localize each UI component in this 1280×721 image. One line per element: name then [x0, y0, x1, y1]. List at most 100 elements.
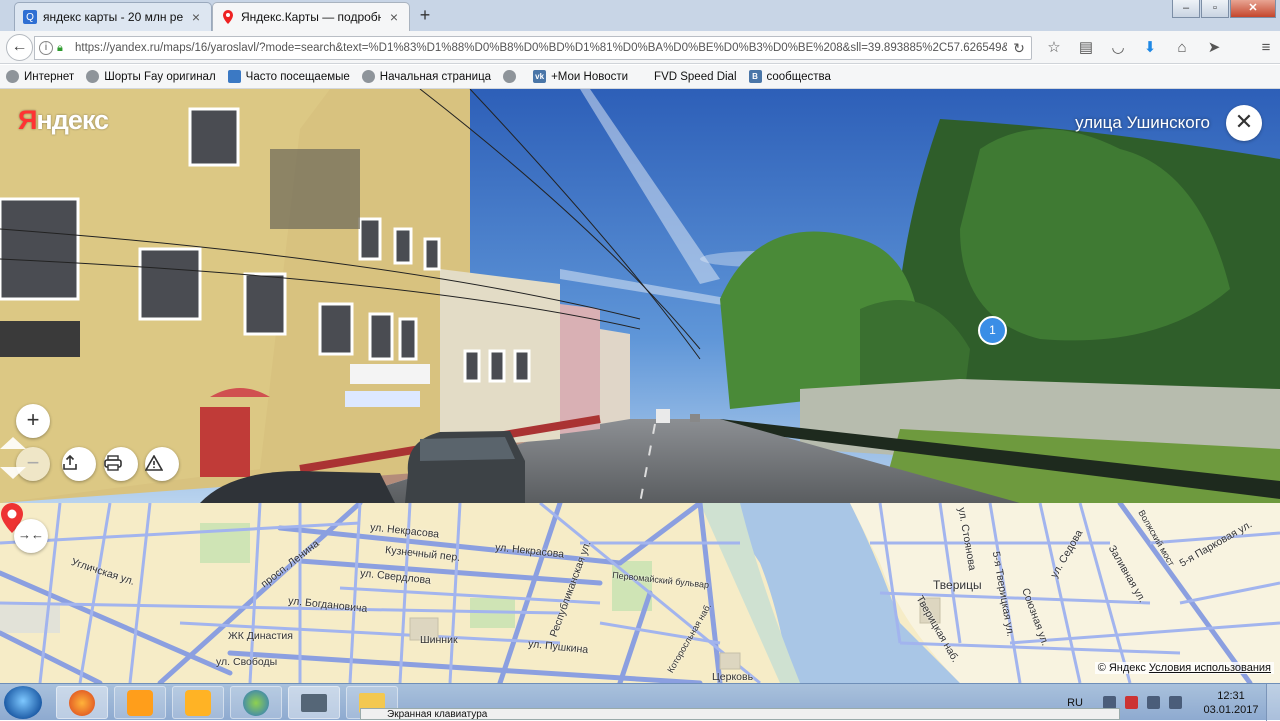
close-tab-icon[interactable]: ×: [189, 9, 203, 25]
tab-title: Яндекс.Карты — подробн...: [241, 10, 381, 24]
download-icon[interactable]: ⬇: [1140, 38, 1160, 58]
back-button[interactable]: ←: [6, 34, 33, 61]
show-desktop-button[interactable]: [1266, 684, 1280, 721]
bookmark-fvd[interactable]: FVD Speed Dial: [654, 71, 736, 83]
taskbar-onscreen-keyboard[interactable]: [288, 686, 340, 719]
star-bookmark-icon[interactable]: ☆: [1044, 38, 1064, 58]
alert-icon[interactable]: [1125, 696, 1138, 709]
bookmark-shorts[interactable]: Шорты Fay оригинал: [86, 70, 216, 83]
toolbar-icons: ☆ ▤ ◡ ⬇ ⌂ ➤ ≡: [1044, 38, 1276, 58]
minimize-button[interactable]: –: [1172, 0, 1200, 18]
map-copyright: © Яндекс Условия использования: [1094, 662, 1274, 674]
clock[interactable]: 12:31 03.01.2017: [1196, 689, 1266, 717]
move-backward-arrow-icon[interactable]: [0, 467, 26, 481]
search-favicon-icon: Q: [23, 10, 37, 24]
navigation-bar: ← i 🔒︎ https://yandex.ru/maps/16/yarosla…: [0, 31, 1280, 64]
lock-icon: 🔒︎: [57, 42, 63, 54]
mini-map[interactable]: ул. Некрасова Кузнечный пер. ул. Некрасо…: [0, 503, 1280, 683]
reading-list-icon[interactable]: ▤: [1076, 38, 1096, 58]
share-icon: [63, 455, 77, 470]
bookmark-label: FVD Speed Dial: [654, 70, 737, 83]
globe-icon: [361, 70, 375, 83]
bookmark-my-news[interactable]: vk +Мои Новости: [533, 70, 628, 83]
yandex-logo[interactable]: Яндекс: [18, 105, 109, 136]
reload-icon[interactable]: ↻: [1007, 40, 1031, 57]
report-error-button[interactable]: [145, 447, 179, 481]
street-panorama[interactable]: Яндекс улица Ушинского ✕ 1 + −: [0, 89, 1280, 503]
map-label: Церковь: [712, 671, 754, 683]
bookmark-label: +Мои Новости: [551, 70, 629, 83]
globe-icon: [6, 70, 19, 83]
mail-icon: [127, 689, 153, 716]
tab-title: яндекс карты - 20 млн рез...: [43, 10, 183, 24]
bookmark-label: Интернет: [24, 70, 75, 83]
terms-of-use-link[interactable]: Условия использования: [1149, 662, 1271, 674]
close-panorama-button[interactable]: ✕: [1226, 105, 1262, 141]
panorama-image: [0, 89, 1280, 503]
map-label: ул. Свободы: [216, 656, 278, 668]
window-controls: – ▫ ✕: [1172, 0, 1276, 18]
house-number-marker[interactable]: 1: [978, 316, 1007, 345]
onscreen-keyboard-window[interactable]: Экранная клавиатура: [360, 708, 1120, 720]
pocket-icon[interactable]: ◡: [1108, 38, 1128, 58]
warning-icon: [145, 455, 163, 471]
bookmark-communities[interactable]: Bсообщества: [748, 70, 831, 83]
bookmark-homepage[interactable]: Начальная страница: [361, 70, 492, 83]
bookmark-label: Шорты Fay оригинал: [104, 70, 216, 83]
search-app-icon: [185, 689, 211, 716]
bookmark-internet[interactable]: Интернет: [6, 70, 74, 83]
tab-yandex-maps[interactable]: Яндекс.Карты — подробн... ×: [212, 2, 410, 31]
firefox-icon: [69, 689, 95, 716]
separator: [1236, 38, 1244, 58]
bookmarks-bar: Интернет Шорты Fay оригинал Часто посеща…: [0, 65, 1280, 89]
taskbar-mail[interactable]: [114, 686, 166, 719]
keyboard-icon: [301, 693, 327, 712]
taskbar-search[interactable]: [172, 686, 224, 719]
bookmark-unnamed[interactable]: [503, 70, 521, 83]
browser-icon: [243, 689, 269, 716]
tab-search-results[interactable]: Q яндекс карты - 20 млн рез... ×: [14, 2, 212, 31]
move-forward-arrow-icon[interactable]: [0, 435, 26, 449]
language-indicator[interactable]: RU: [1067, 697, 1083, 709]
share-button[interactable]: [62, 447, 96, 481]
zoom-in-button[interactable]: +: [16, 404, 50, 438]
collapse-map-button[interactable]: →←: [14, 519, 48, 553]
start-button[interactable]: [4, 686, 42, 719]
taskbar-firefox[interactable]: [56, 686, 108, 719]
map-label: Шинник: [420, 634, 458, 646]
bookmark-frequent[interactable]: Часто посещаемые: [227, 70, 350, 83]
bookmark-label: сообщества: [766, 70, 831, 83]
bookmark-label: Часто посещаемые: [245, 70, 350, 83]
print-button[interactable]: [104, 447, 138, 481]
globe-icon: [86, 70, 100, 83]
map-canvas: [0, 503, 1280, 683]
send-icon[interactable]: ➤: [1204, 38, 1224, 58]
time: 12:31: [1217, 689, 1245, 702]
printer-icon: [104, 455, 122, 471]
close-tab-icon[interactable]: ×: [387, 9, 401, 25]
vk-icon: B: [748, 70, 762, 83]
street-name-label: улица Ушинского: [1075, 113, 1210, 132]
volume-icon[interactable]: [1169, 696, 1182, 709]
signal-icon[interactable]: [1147, 696, 1160, 709]
window-title: Экранная клавиатура: [387, 709, 488, 720]
map-label: ЖК Династия: [228, 630, 293, 642]
menu-icon[interactable]: ≡: [1256, 38, 1276, 58]
url-bar[interactable]: i 🔒︎ https://yandex.ru/maps/16/yaroslavl…: [34, 36, 1032, 60]
map-pin-favicon-icon: [221, 10, 235, 24]
copyright-text: © Яндекс: [1097, 662, 1146, 674]
map-label: Тверицы: [933, 578, 982, 592]
home-icon[interactable]: ⌂: [1172, 38, 1192, 58]
logo-rest: ндекс: [36, 105, 109, 135]
logo-first-letter: Я: [18, 105, 37, 135]
maximize-button[interactable]: ▫: [1201, 0, 1229, 18]
info-icon[interactable]: i: [39, 41, 53, 55]
bookmark-folder-icon: [227, 70, 241, 83]
vk-icon: vk: [533, 70, 547, 83]
bookmark-label: Начальная страница: [379, 70, 492, 83]
new-tab-button[interactable]: +: [414, 5, 436, 27]
url-text[interactable]: https://yandex.ru/maps/16/yaroslavl/?mod…: [75, 42, 1007, 54]
date: 03.01.2017: [1203, 703, 1259, 716]
window-close-button[interactable]: ✕: [1230, 0, 1276, 18]
taskbar-browser[interactable]: [230, 686, 282, 719]
